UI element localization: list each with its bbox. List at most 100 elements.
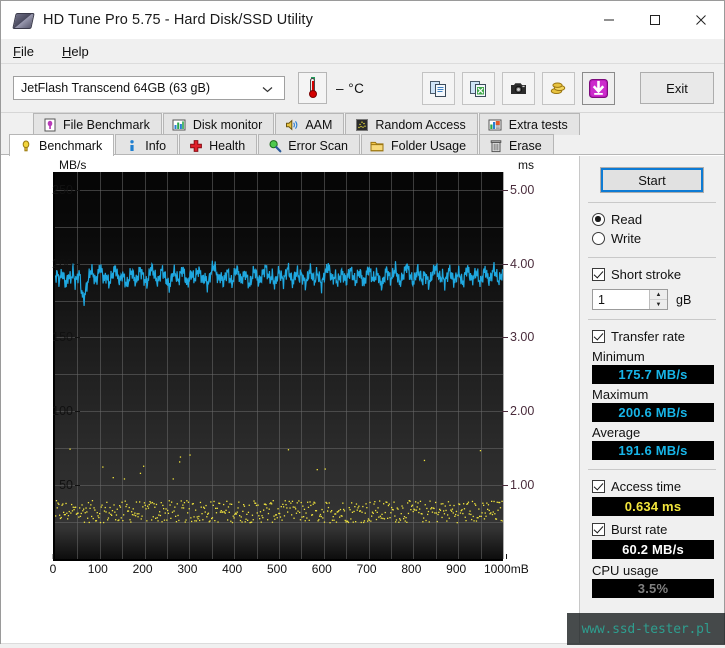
maximum-label: Maximum <box>592 387 649 402</box>
access-time-point <box>412 510 414 513</box>
access-time-point <box>247 519 249 521</box>
checkbox-transfer-rate[interactable]: Transfer rate <box>580 327 724 346</box>
access-time-point <box>103 510 106 512</box>
access-time-point <box>442 503 444 505</box>
access-time-point <box>251 521 253 523</box>
maximum-value: 200.6 MB/s <box>592 403 714 422</box>
access-time-point <box>108 512 110 514</box>
access-time-point <box>178 519 180 522</box>
short-stroke-stepper[interactable]: 1 ▲ ▼ <box>592 289 668 310</box>
speaker-icon <box>284 117 299 132</box>
access-time-point <box>421 513 423 515</box>
access-time-point <box>283 515 286 517</box>
start-button[interactable]: Start <box>600 167 704 193</box>
access-time-point <box>339 508 342 511</box>
access-time-point <box>228 511 230 513</box>
coins-button[interactable] <box>542 71 575 105</box>
access-time-point <box>302 505 304 507</box>
tab-folder-usage[interactable]: Folder Usage <box>360 134 479 156</box>
drive-select[interactable]: JetFlash Transcend 64GB (63 gB) <box>13 76 285 100</box>
access-time-point <box>56 507 58 509</box>
radio-write[interactable]: Write <box>580 229 724 248</box>
tab-erase[interactable]: Erase <box>479 134 554 156</box>
access-time-point <box>230 520 232 522</box>
short-stroke-stepper-row: 1 ▲ ▼ gB <box>580 289 724 310</box>
access-time-point <box>479 515 481 517</box>
access-time-point <box>286 507 288 509</box>
access-time-point <box>172 478 174 480</box>
close-button[interactable] <box>678 1 724 39</box>
access-time-point <box>174 506 176 508</box>
access-time-point <box>65 502 67 505</box>
checkbox-access-time[interactable]: Access time <box>580 477 724 496</box>
access-time-point <box>361 511 363 513</box>
tab-aam[interactable]: AAM <box>275 113 345 135</box>
access-time-point <box>131 511 133 513</box>
camera-button[interactable] <box>502 71 535 105</box>
access-time-point <box>487 508 489 510</box>
access-time-point <box>128 506 130 509</box>
access-time-point <box>290 502 292 504</box>
health-cross-icon <box>188 138 203 153</box>
tab-info[interactable]: Info <box>115 134 179 156</box>
tab-health[interactable]: Health <box>179 134 258 156</box>
access-time-point <box>67 515 70 517</box>
access-time-point <box>157 520 159 522</box>
access-time-point <box>79 515 82 517</box>
access-time-point <box>364 512 366 514</box>
access-time-point <box>166 519 168 521</box>
access-time-point <box>355 503 358 505</box>
access-time-point <box>149 501 151 503</box>
access-time-point <box>326 502 328 504</box>
access-time-point <box>295 508 297 510</box>
access-time-point <box>363 520 366 522</box>
copy-excel-button[interactable] <box>462 71 495 105</box>
tab-benchmark[interactable]: Benchmark <box>9 134 115 156</box>
access-time-point <box>298 500 300 502</box>
tab-file-benchmark[interactable]: File Benchmark <box>33 113 162 135</box>
access-time-point <box>387 517 389 519</box>
transfer-rate-label: Transfer rate <box>611 329 685 344</box>
access-time-point <box>87 517 89 519</box>
minimum-label: Minimum <box>592 349 645 364</box>
tab-label: Extra tests <box>508 117 568 132</box>
access-time-point <box>434 512 436 514</box>
access-time-point <box>501 500 503 502</box>
download-button[interactable] <box>582 71 615 105</box>
access-time-point <box>455 510 458 513</box>
access-time-point <box>427 510 430 513</box>
access-time-point <box>310 504 312 507</box>
access-time-point <box>167 509 169 512</box>
access-time-point <box>459 503 461 506</box>
copy-button[interactable] <box>422 71 455 105</box>
access-time-point <box>95 520 98 522</box>
thermometer-icon <box>308 77 317 98</box>
access-time-point <box>287 511 289 513</box>
tab-random-access[interactable]: Random Access <box>345 113 478 135</box>
access-time-point <box>69 448 71 450</box>
checkbox-burst-rate[interactable]: Burst rate <box>580 520 724 539</box>
maximize-button[interactable] <box>632 1 678 39</box>
tab-extra-tests[interactable]: Extra tests <box>478 113 580 135</box>
access-time-point <box>427 513 429 516</box>
tab-disk-monitor[interactable]: Disk monitor <box>162 113 275 135</box>
short-stroke-value[interactable]: 1 <box>593 293 649 307</box>
access-time-point <box>126 503 128 506</box>
exit-button[interactable]: Exit <box>640 72 714 104</box>
tab-error-scan[interactable]: Error Scan <box>258 134 360 156</box>
radio-read[interactable]: Read <box>580 210 724 229</box>
access-time-point <box>464 516 466 518</box>
access-time-point <box>104 506 106 509</box>
access-time-point <box>222 511 224 513</box>
access-time-point <box>282 503 284 505</box>
stepper-up-icon[interactable]: ▲ <box>650 290 667 300</box>
access-time-dots <box>55 448 503 524</box>
minimize-button[interactable] <box>586 1 632 39</box>
access-time-point <box>491 513 494 516</box>
checkbox-short-stroke[interactable]: Short stroke <box>580 265 724 284</box>
toolbar: JetFlash Transcend 64GB (63 gB) – °C Exi… <box>1 64 724 113</box>
menu-file[interactable]: FFileile <box>11 42 46 61</box>
stepper-down-icon[interactable]: ▼ <box>650 300 667 309</box>
menu-help[interactable]: HHelpelp <box>60 42 101 61</box>
access-time-point <box>470 513 472 516</box>
